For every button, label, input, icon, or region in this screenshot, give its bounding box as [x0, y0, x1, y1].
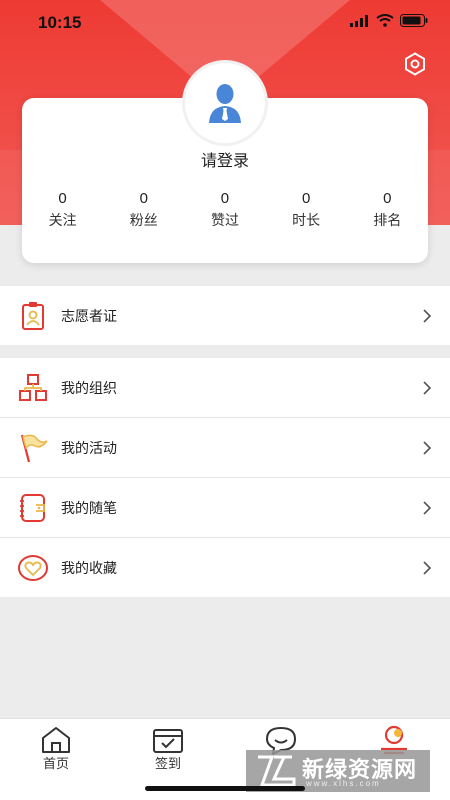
stat-fans[interactable]: 0 粉丝	[114, 190, 174, 230]
battery-icon	[400, 14, 428, 27]
stat-likes[interactable]: 0 赞过	[195, 190, 255, 230]
stat-value: 0	[139, 190, 148, 207]
menu-item-label: 我的活动	[61, 440, 117, 457]
tab-checkin[interactable]: 签到	[112, 719, 224, 789]
menu-item-my-notes[interactable]: 我的随笔	[0, 478, 450, 537]
menu-item-label: 志愿者证	[61, 308, 117, 325]
tab-home[interactable]: 首页	[0, 719, 112, 789]
menu-item-label: 我的收藏	[61, 560, 117, 577]
menu-item-my-activities[interactable]: 我的活动	[0, 418, 450, 477]
chevron-right-icon	[423, 309, 432, 323]
stat-following[interactable]: 0 关注	[33, 190, 93, 230]
stat-value: 0	[220, 190, 230, 207]
stat-label: 时长	[292, 213, 321, 229]
chevron-right-icon	[423, 561, 432, 575]
org-chart-icon	[19, 374, 47, 401]
menu-item-my-favorites[interactable]: 我的收藏	[0, 538, 450, 597]
tab-label: 签到	[154, 757, 181, 772]
menu-item-label: 我的随笔	[61, 500, 117, 517]
heart-icon	[18, 555, 48, 581]
stat-label: 关注	[48, 213, 77, 229]
stat-label: 粉丝	[129, 213, 158, 229]
menu-item-my-organization[interactable]: 我的组织	[0, 358, 450, 417]
chevron-right-icon	[423, 501, 432, 515]
avatar[interactable]	[182, 60, 268, 146]
id-badge-icon	[22, 302, 44, 330]
flag-icon	[20, 434, 48, 463]
login-link[interactable]: 请登录	[0, 147, 450, 171]
gear-icon[interactable]	[403, 52, 427, 76]
stat-label: 排名	[373, 213, 402, 229]
stat-value: 0	[383, 190, 392, 207]
status-bar: 10:15	[0, 0, 450, 46]
status-time: 10:15	[38, 13, 82, 32]
tab-label: 首页	[42, 757, 69, 772]
stat-ranking[interactable]: 0 排名	[357, 190, 417, 230]
status-icons	[350, 14, 428, 27]
stat-duration[interactable]: 0 时长	[276, 190, 336, 230]
notebook-icon	[20, 494, 45, 522]
home-icon	[42, 727, 70, 753]
stat-value: 0	[58, 190, 67, 207]
user-icon	[209, 84, 241, 123]
stat-value: 0	[301, 190, 311, 207]
menu-item-label: 我的组织	[61, 380, 117, 397]
menu-item-volunteer-certificate[interactable]: 志愿者证	[0, 286, 450, 345]
profile-stats: 0 关注 0 粉丝 0 赞过 0 时长 0 排名	[22, 190, 428, 230]
chevron-right-icon	[423, 381, 432, 395]
home-indicator	[145, 786, 305, 791]
watermark-logo	[258, 755, 296, 787]
watermark-url: www.xlhs.com	[306, 779, 381, 788]
stat-label: 赞过	[210, 213, 239, 229]
checkin-icon	[153, 729, 183, 753]
wifi-icon	[376, 14, 394, 27]
signal-icon	[350, 14, 368, 27]
chevron-right-icon	[423, 441, 432, 455]
